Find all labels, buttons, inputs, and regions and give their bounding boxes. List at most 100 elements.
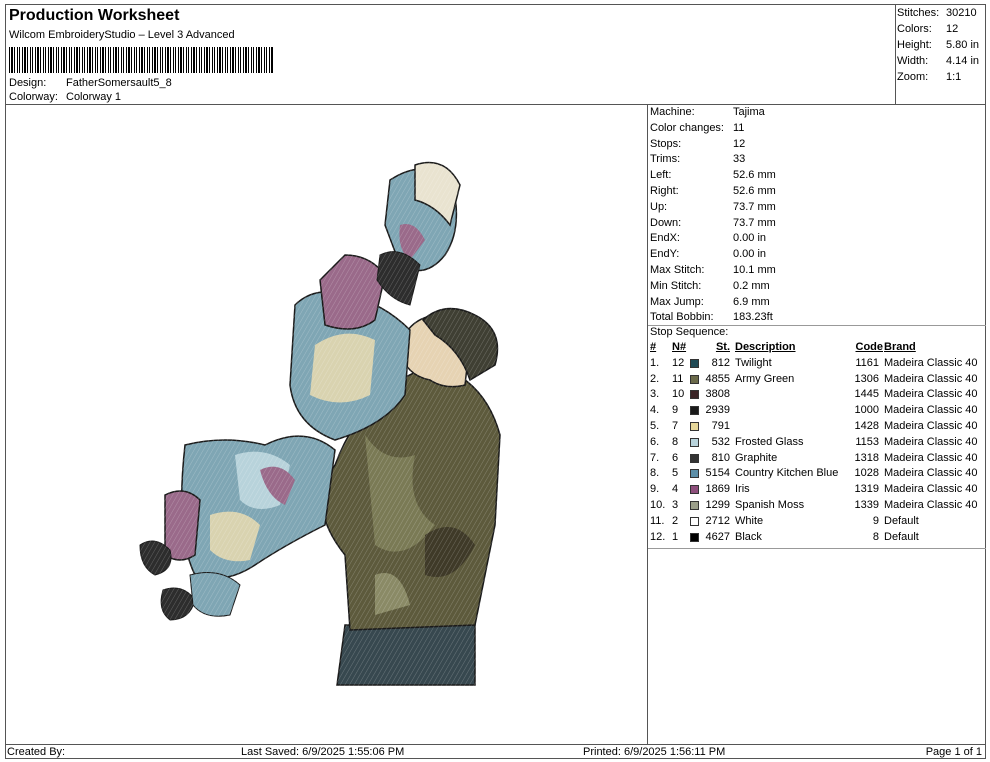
footer: Created By: Last Saved: 6/9/2025 1:55:06… xyxy=(5,744,986,760)
stat-stitches: Stitches: 30210 xyxy=(897,7,977,19)
needle-number: 1 xyxy=(672,530,679,543)
info-color-changes: Color changes: 11 xyxy=(650,121,745,134)
row-index: 2. xyxy=(650,372,660,385)
color-description: Iris xyxy=(735,483,750,496)
worksheet-header: Production Worksheet Wilcom EmbroiderySt… xyxy=(5,4,896,105)
stitch-count: 3808 xyxy=(705,388,730,401)
color-description: Twilight xyxy=(735,356,772,369)
thread-code: 1428 xyxy=(854,420,879,432)
needle-number: 12 xyxy=(672,356,685,369)
thread-brand: Madeira Classic 40 xyxy=(884,420,978,432)
info-endy: EndY: 0.00 in xyxy=(650,248,767,261)
row-index: 12. xyxy=(650,530,666,543)
row-index: 8. xyxy=(650,467,660,480)
colorway-label: Colorway: xyxy=(9,91,58,103)
info-stops: Stops: 12 xyxy=(650,137,746,150)
thread-brand: Madeira Classic 40 xyxy=(884,404,978,417)
table-row: 11. 2 2712 White 9 Default xyxy=(650,515,984,531)
divider xyxy=(648,548,986,549)
row-index: 5. xyxy=(650,420,660,432)
thread-code: 1028 xyxy=(854,467,879,480)
info-total-bobbin: Total Bobbin: 183.23ft xyxy=(650,311,773,324)
thread-code: 1153 xyxy=(855,435,879,448)
row-index: 7. xyxy=(650,451,660,464)
info-min-stitch: Min Stitch: 0.2 mm xyxy=(650,279,770,292)
design-row: Design: FatherSomersault5_8 xyxy=(9,77,172,89)
row-index: 3. xyxy=(650,388,660,401)
embroidery-design-image xyxy=(135,145,515,690)
table-row: 9. 4 1869 Iris 1319 Madeira Classic 40 xyxy=(650,483,984,499)
thread-code: 9 xyxy=(872,514,879,527)
stitch-count: 4627 xyxy=(705,530,730,543)
stitch-count: 1869 xyxy=(705,483,730,496)
stat-height: Height: 5.80 in xyxy=(897,39,980,51)
needle-number: 2 xyxy=(672,514,679,527)
needle-number: 8 xyxy=(672,435,679,448)
stat-width: Width: 4.14 in xyxy=(897,55,980,67)
table-row: 1. 12 812 Twilight 1161 Madeira Classic 40 xyxy=(650,357,984,373)
thread-brand: Madeira Classic 40 xyxy=(884,356,978,369)
thread-brand: Madeira Classic 40 xyxy=(884,388,978,401)
colorway-row: Colorway: Colorway 1 xyxy=(9,91,121,103)
color-description: White xyxy=(735,514,764,527)
row-index: 11. xyxy=(650,514,665,527)
thread-code: 8 xyxy=(872,530,879,543)
thread-code: 1306 xyxy=(854,372,879,385)
row-index: 9. xyxy=(650,483,660,496)
info-machine: Machine: Tajima xyxy=(650,106,765,118)
info-down: Down: 73.7 mm xyxy=(650,216,776,229)
thread-brand: Default xyxy=(884,530,919,543)
row-index: 4. xyxy=(650,404,660,417)
table-row: 5. 7 791 1428 Madeira Classic 40 xyxy=(650,420,984,436)
stat-colors: Colors: 12 xyxy=(897,23,959,35)
row-index: 10. xyxy=(650,499,666,511)
needle-number: 11 xyxy=(672,372,684,385)
thread-brand: Madeira Classic 40 xyxy=(884,451,978,464)
color-description: Graphite xyxy=(735,451,778,464)
stop-sequence-title: Stop Sequence: xyxy=(650,326,729,338)
design-value: FatherSomersault5_8 xyxy=(66,77,172,89)
thread-code: 1318 xyxy=(854,451,879,464)
stitch-count: 532 xyxy=(711,435,730,448)
table-row: 12. 1 4627 Black 8 Default xyxy=(650,531,984,547)
barcode xyxy=(9,47,274,73)
thread-code: 1000 xyxy=(854,404,879,417)
page-title: Production Worksheet xyxy=(9,7,180,24)
printed-date: Printed: 6/9/2025 1:56:11 PM xyxy=(583,746,726,758)
table-row: 7. 6 810 Graphite 1318 Madeira Classic 40 xyxy=(650,452,984,468)
info-max-stitch: Max Stitch: 10.1 mm xyxy=(650,264,776,276)
software-subtitle: Wilcom EmbroideryStudio – Level 3 Advanc… xyxy=(9,29,235,41)
design-label: Design: xyxy=(9,77,47,89)
needle-number: 5 xyxy=(672,467,679,480)
thread-brand: Madeira Classic 40 xyxy=(884,483,978,496)
thread-code: 1445 xyxy=(854,388,879,401)
stitch-count: 1299 xyxy=(705,499,730,511)
info-max-jump: Max Jump: 6.9 mm xyxy=(650,295,770,308)
needle-number: 7 xyxy=(672,420,679,432)
info-trims: Trims: 33 xyxy=(650,153,746,166)
table-row: 3. 10 3808 1445 Madeira Classic 40 xyxy=(650,388,984,404)
stitch-count: 4855 xyxy=(705,372,730,385)
table-row: 6. 8 532 Frosted Glass 1153 Madeira Classic 4… xyxy=(650,436,984,452)
thread-brand: Default xyxy=(884,514,919,527)
needle-number: 3 xyxy=(672,499,679,511)
table-row: 8. 5 5154 Country Kitchen Blue 1028 Madeira C… xyxy=(650,467,984,483)
color-description: Frosted Glass xyxy=(735,435,804,448)
needle-number: 6 xyxy=(672,451,679,464)
stitch-count: 5154 xyxy=(705,467,730,480)
info-up: Up: 73.7 mm xyxy=(650,200,776,213)
color-description: Black xyxy=(735,530,762,543)
thread-code: 1319 xyxy=(854,483,879,496)
table-row: 2. 11 4855 Army Green 1306 Madeira Classic 40 xyxy=(650,373,984,389)
page-number: Page 1 of 1 xyxy=(925,746,982,758)
row-index: 1. xyxy=(650,356,660,369)
stitch-count: 812 xyxy=(711,356,730,369)
table-row: 4. 9 2939 1000 Madeira Classic 40 xyxy=(650,404,984,420)
thread-brand: Madeira Classic 40 xyxy=(884,435,978,448)
table-row: 10. 3 1299 Spanish Moss 1339 Madeira Classic … xyxy=(650,499,984,515)
thread-code: 1161 xyxy=(855,356,879,369)
stats-panel: Stitches: 30210 Colors: 12 Height: 5.80 in … xyxy=(895,4,986,105)
color-description: Country Kitchen Blue xyxy=(735,467,839,480)
created-by: Created By: xyxy=(7,746,66,758)
stitch-count: 791 xyxy=(711,420,730,432)
